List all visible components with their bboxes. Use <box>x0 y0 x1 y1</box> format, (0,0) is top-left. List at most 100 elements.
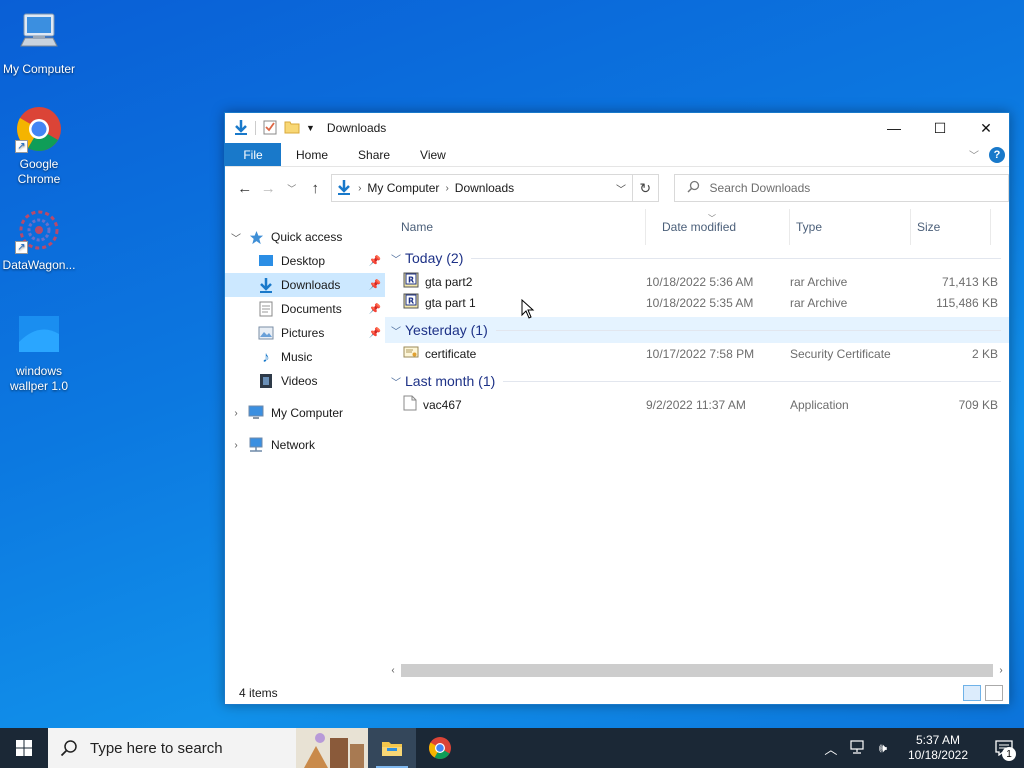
pin-icon: 📌 <box>368 255 381 267</box>
desktop-icon-datawagon[interactable]: ↗ DataWagon... <box>0 206 78 273</box>
file-row[interactable]: R gta part 1 10/18/2022 5:35 AM rar Arch… <box>385 292 1009 313</box>
search-box[interactable]: Search Downloads <box>673 174 1009 202</box>
title-bar: ▼ Downloads — ☐ ✕ <box>225 113 1009 143</box>
nav-item-downloads[interactable]: Downloads 📌 <box>225 273 385 297</box>
windows-logo-icon <box>16 740 32 756</box>
file-name: gta part2 <box>425 274 473 289</box>
tab-view[interactable]: View <box>405 143 461 166</box>
system-tray: ︿ 🕪 5:37 AM 10/18/2022 1 <box>822 728 1024 768</box>
desktop-icon-google-chrome[interactable]: ↗ Google Chrome <box>0 105 78 187</box>
group-label: Yesterday (1) <box>405 322 488 338</box>
rar-icon: R <box>403 272 419 291</box>
group-header-yesterday[interactable]: ﹀ Yesterday (1) <box>385 317 1009 343</box>
details-view-button[interactable] <box>963 685 981 701</box>
breadcrumb-my-computer[interactable]: My Computer <box>367 181 439 195</box>
pin-icon: 📌 <box>368 279 381 291</box>
nav-network-label: Network <box>271 438 316 452</box>
taskbar-file-explorer[interactable] <box>368 728 416 768</box>
tab-home[interactable]: Home <box>281 143 343 166</box>
notification-count-badge: 1 <box>1002 747 1016 761</box>
recent-locations-button[interactable]: ﹀ <box>280 176 304 200</box>
ribbon-tabs: File Home Share View ﹀ ? <box>225 143 1009 167</box>
group-chevron-icon[interactable]: ﹀ <box>391 323 401 338</box>
collapsed-chevron-icon[interactable]: › <box>225 440 247 451</box>
column-header-type[interactable]: Type <box>790 209 911 245</box>
file-date: 9/2/2022 11:37 AM <box>646 397 746 412</box>
group-chevron-icon[interactable]: ﹀ <box>391 374 401 389</box>
customize-quick-access-icon[interactable]: ▼ <box>306 123 315 133</box>
quick-access-toolbar: ▼ <box>233 119 315 138</box>
expand-ribbon-icon[interactable]: ﹀ <box>969 147 979 162</box>
breadcrumb-separator[interactable]: › <box>445 183 448 194</box>
scrollbar-thumb[interactable] <box>401 664 993 677</box>
address-bar[interactable]: › My Computer › Downloads ﹀ <box>331 174 634 202</box>
forward-button[interactable]: → <box>257 176 281 200</box>
new-folder-icon[interactable] <box>284 119 300 138</box>
minimize-button[interactable]: — <box>871 113 917 143</box>
nav-item-documents[interactable]: Documents 📌 <box>225 297 385 321</box>
search-input[interactable]: Search Downloads <box>710 181 811 195</box>
group-header-last-month[interactable]: ﹀ Last month (1) <box>385 368 1009 394</box>
start-button[interactable] <box>0 728 48 768</box>
nav-network[interactable]: › Network <box>225 433 385 457</box>
maximize-button[interactable]: ☐ <box>917 113 963 143</box>
horizontal-scrollbar[interactable]: ‹ › <box>385 662 1009 679</box>
taskbar-google-chrome[interactable] <box>416 728 464 768</box>
up-button[interactable]: ↑ <box>304 176 328 200</box>
breadcrumb-separator[interactable]: › <box>358 183 361 194</box>
nav-item-videos[interactable]: Videos <box>225 369 385 393</box>
nav-item-label: Pictures <box>281 326 325 340</box>
column-header-date[interactable]: Date modified ﹀ <box>646 209 790 245</box>
group-chevron-icon[interactable]: ﹀ <box>391 251 401 266</box>
expanded-chevron-icon[interactable]: ﹀ <box>225 230 247 245</box>
nav-item-desktop[interactable]: Desktop 📌 <box>225 249 385 273</box>
show-hidden-icons-icon[interactable]: ︿ <box>822 739 840 758</box>
collapsed-chevron-icon[interactable]: › <box>225 408 247 419</box>
desktop-icon-my-computer[interactable]: My Computer <box>0 10 78 77</box>
pin-icon: 📌 <box>368 303 381 315</box>
explorer-body: ﹀ Quick access Desktop 📌 Downloads 📌 Doc… <box>225 209 1009 682</box>
column-header-name[interactable]: Name <box>385 209 646 245</box>
file-explorer-icon <box>382 742 402 756</box>
nav-quick-access[interactable]: ﹀ Quick access <box>225 225 385 249</box>
navigation-pane: ﹀ Quick access Desktop 📌 Downloads 📌 Doc… <box>225 209 385 682</box>
documents-icon <box>257 301 275 317</box>
tab-file[interactable]: File <box>225 143 281 166</box>
refresh-button[interactable]: ↻ <box>633 174 659 202</box>
file-row[interactable]: certificate 10/17/2022 7:58 PM Security … <box>385 343 1009 364</box>
computer-icon <box>247 405 265 421</box>
file-row[interactable]: vac467 9/2/2022 11:37 AM Application 709… <box>385 394 1009 415</box>
application-icon <box>403 395 417 414</box>
desktop-icon-label: windows wallper 1.0 <box>9 364 69 393</box>
taskbar-clock[interactable]: 5:37 AM 10/18/2022 <box>900 733 976 763</box>
taskbar-search-input[interactable]: Type here to search <box>90 740 223 757</box>
action-center-button[interactable]: 1 <box>984 728 1024 768</box>
nav-item-music[interactable]: ♪ Music <box>225 345 385 369</box>
group-header-today[interactable]: ﹀ Today (2) <box>385 245 1009 271</box>
large-icons-view-button[interactable] <box>985 685 1003 701</box>
scroll-left-icon[interactable]: ‹ <box>385 665 401 676</box>
network-status-icon[interactable] <box>848 739 866 757</box>
breadcrumb-downloads[interactable]: Downloads <box>455 181 514 195</box>
volume-icon[interactable]: 🕪 <box>874 740 892 756</box>
properties-icon[interactable] <box>262 119 278 138</box>
column-header-row: Name Date modified ﹀ Type Size <box>385 209 1009 245</box>
download-arrow-icon <box>233 119 249 138</box>
pin-icon: 📌 <box>368 327 381 339</box>
column-header-size[interactable]: Size <box>911 209 991 245</box>
tab-share[interactable]: Share <box>343 143 405 166</box>
nav-item-pictures[interactable]: Pictures 📌 <box>225 321 385 345</box>
back-button[interactable]: ← <box>233 176 257 200</box>
nav-my-computer[interactable]: › My Computer <box>225 401 385 425</box>
group-label: Last month (1) <box>405 373 496 389</box>
svg-text:R: R <box>408 276 414 285</box>
taskbar-search-box[interactable]: Type here to search <box>48 728 368 768</box>
address-dropdown-icon[interactable]: ﹀ <box>610 181 632 196</box>
file-row[interactable]: R gta part2 10/18/2022 5:36 AM rar Archi… <box>385 271 1009 292</box>
divider <box>255 121 256 135</box>
file-name: certificate <box>425 346 477 361</box>
scroll-right-icon[interactable]: › <box>993 665 1009 676</box>
help-icon[interactable]: ? <box>989 146 1005 163</box>
desktop-icon-windows-wallper[interactable]: windows wallper 1.0 <box>0 312 78 394</box>
close-button[interactable]: ✕ <box>963 113 1009 143</box>
